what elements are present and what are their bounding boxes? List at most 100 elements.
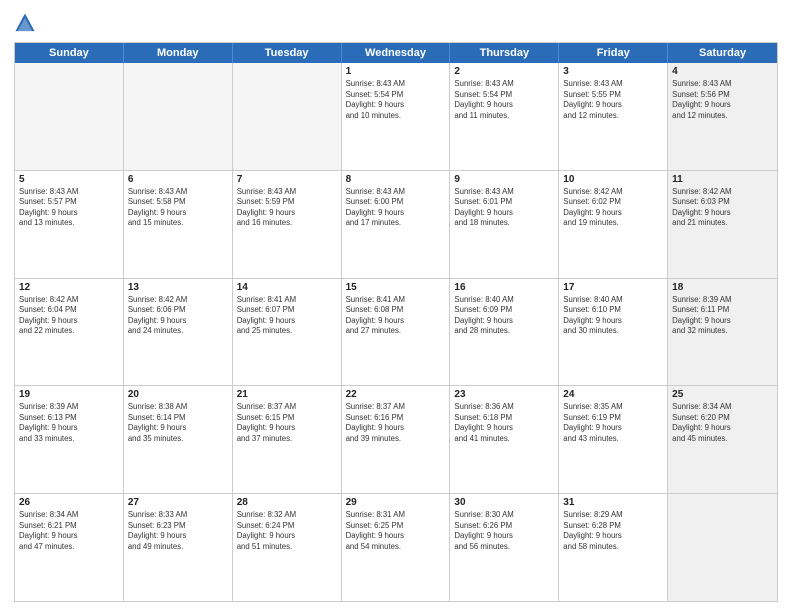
day-info: Sunrise: 8:38 AM Sunset: 6:14 PM Dayligh…: [128, 402, 228, 444]
day-number: 25: [672, 389, 773, 400]
day-info: Sunrise: 8:30 AM Sunset: 6:26 PM Dayligh…: [454, 510, 554, 552]
day-info: Sunrise: 8:43 AM Sunset: 6:00 PM Dayligh…: [346, 187, 446, 229]
day-info: Sunrise: 8:43 AM Sunset: 5:55 PM Dayligh…: [563, 79, 663, 121]
day-info: Sunrise: 8:40 AM Sunset: 6:09 PM Dayligh…: [454, 295, 554, 337]
calendar-cell: 5Sunrise: 8:43 AM Sunset: 5:57 PM Daylig…: [15, 171, 124, 278]
day-info: Sunrise: 8:34 AM Sunset: 6:20 PM Dayligh…: [672, 402, 773, 444]
calendar-cell: 30 Sunrise: 8:30 AM Sunset: 6:26 PM Dayli…: [450, 494, 559, 601]
calendar-cell: 27 Sunrise: 8:33 AM Sunset: 6:23 PM Dayli…: [124, 494, 233, 601]
day-number: 5: [19, 174, 119, 185]
weekday-header: Wednesday: [342, 43, 451, 63]
weekday-header: Saturday: [668, 43, 777, 63]
day-number: 24: [563, 389, 663, 400]
calendar-cell: 16 Sunrise: 8:40 AM Sunset: 6:09 PM Dayli…: [450, 279, 559, 386]
calendar-cell: 26Sunrise: 8:34 AM Sunset: 6:21 PM Dayli…: [15, 494, 124, 601]
calendar-row: 1 Sunrise: 8:43 AM Sunset: 5:54 PM Daylig…: [15, 63, 777, 170]
calendar-cell: 14 Sunrise: 8:41 AM Sunset: 6:07 PM Dayli…: [233, 279, 342, 386]
day-number: 7: [237, 174, 337, 185]
calendar-cell: 19 Sunrise: 8:39 AM Sunset: 6:13 PM Dayli…: [15, 386, 124, 493]
day-number: 31: [563, 497, 663, 508]
page: SundayMondayTuesdayWednesdayThursdayFrid…: [0, 0, 792, 612]
day-info: Sunrise: 8:43 AM Sunset: 5:59 PM Dayligh…: [237, 187, 337, 229]
day-info: Sunrise: 8:42 AM Sunset: 6:02 PM Dayligh…: [563, 187, 663, 229]
weekday-header: Sunday: [15, 43, 124, 63]
calendar-cell: [233, 63, 342, 170]
day-number: 20: [128, 389, 228, 400]
calendar-cell: [15, 63, 124, 170]
calendar-cell: 12 Sunrise: 8:42 AM Sunset: 6:04 PM Dayli…: [15, 279, 124, 386]
day-number: 14: [237, 282, 337, 293]
calendar-cell: 1Sunrise: 8:43 AM Sunset: 5:54 PM Daylig…: [342, 63, 451, 170]
day-info: Sunrise: 8:36 AM Sunset: 6:18 PM Dayligh…: [454, 402, 554, 444]
calendar-body: 1 Sunrise: 8:43 AM Sunset: 5:54 PM Daylig…: [15, 63, 777, 601]
day-number: 17: [563, 282, 663, 293]
calendar-cell: 25 Sunrise: 8:34 AM Sunset: 6:20 PM Dayli…: [668, 386, 777, 493]
calendar-row: 12 Sunrise: 8:42 AM Sunset: 6:04 PM Dayli…: [15, 278, 777, 386]
day-number: 13: [128, 282, 228, 293]
calendar-cell: 6Sunrise: 8:43 AM Sunset: 5:58 PM Daylig…: [124, 171, 233, 278]
calendar-cell: [668, 494, 777, 601]
weekday-header: Thursday: [450, 43, 559, 63]
day-info: Sunrise: 8:39 AM Sunset: 6:13 PM Dayligh…: [19, 402, 119, 444]
day-number: 8: [346, 174, 446, 185]
day-info: Sunrise: 8:33 AM Sunset: 6:23 PM Dayligh…: [128, 510, 228, 552]
day-number: 1: [346, 66, 446, 77]
calendar-cell: 22 Sunrise: 8:37 AM Sunset: 6:16 PM Dayli…: [342, 386, 451, 493]
day-info: Sunrise: 8:43 AM Sunset: 5:54 PM Dayligh…: [454, 79, 554, 121]
day-number: 29: [346, 497, 446, 508]
day-number: 15: [346, 282, 446, 293]
day-number: 11: [672, 174, 773, 185]
calendar-row: 26Sunrise: 8:34 AM Sunset: 6:21 PM Dayli…: [15, 493, 777, 601]
day-info: Sunrise: 8:42 AM Sunset: 6:04 PM Dayligh…: [19, 295, 119, 337]
calendar-row: 19 Sunrise: 8:39 AM Sunset: 6:13 PM Dayli…: [15, 385, 777, 493]
day-info: Sunrise: 8:31 AM Sunset: 6:25 PM Dayligh…: [346, 510, 446, 552]
day-number: 27: [128, 497, 228, 508]
calendar-cell: 31 Sunrise: 8:29 AM Sunset: 6:28 PM Dayli…: [559, 494, 668, 601]
weekday-header: Friday: [559, 43, 668, 63]
day-info: Sunrise: 8:43 AM Sunset: 5:56 PM Dayligh…: [672, 79, 773, 121]
header: [14, 12, 778, 34]
day-number: 12: [19, 282, 119, 293]
calendar-cell: 17 Sunrise: 8:40 AM Sunset: 6:10 PM Dayli…: [559, 279, 668, 386]
day-info: Sunrise: 8:41 AM Sunset: 6:08 PM Dayligh…: [346, 295, 446, 337]
weekday-header: Monday: [124, 43, 233, 63]
day-number: 19: [19, 389, 119, 400]
calendar-cell: 8 Sunrise: 8:43 AM Sunset: 6:00 PM Daylig…: [342, 171, 451, 278]
calendar-cell: 9 Sunrise: 8:43 AM Sunset: 6:01 PM Daylig…: [450, 171, 559, 278]
calendar-cell: 4 Sunrise: 8:43 AM Sunset: 5:56 PM Daylig…: [668, 63, 777, 170]
day-info: Sunrise: 8:40 AM Sunset: 6:10 PM Dayligh…: [563, 295, 663, 337]
day-number: 30: [454, 497, 554, 508]
calendar-cell: 28 Sunrise: 8:32 AM Sunset: 6:24 PM Dayli…: [233, 494, 342, 601]
day-number: 28: [237, 497, 337, 508]
calendar-cell: 3 Sunrise: 8:43 AM Sunset: 5:55 PM Daylig…: [559, 63, 668, 170]
calendar-row: 5Sunrise: 8:43 AM Sunset: 5:57 PM Daylig…: [15, 170, 777, 278]
day-number: 3: [563, 66, 663, 77]
day-info: Sunrise: 8:32 AM Sunset: 6:24 PM Dayligh…: [237, 510, 337, 552]
day-number: 16: [454, 282, 554, 293]
day-info: Sunrise: 8:34 AM Sunset: 6:21 PM Dayligh…: [19, 510, 119, 552]
calendar-cell: 2 Sunrise: 8:43 AM Sunset: 5:54 PM Daylig…: [450, 63, 559, 170]
calendar: SundayMondayTuesdayWednesdayThursdayFrid…: [14, 42, 778, 602]
day-number: 9: [454, 174, 554, 185]
day-number: 18: [672, 282, 773, 293]
day-info: Sunrise: 8:41 AM Sunset: 6:07 PM Dayligh…: [237, 295, 337, 337]
day-number: 10: [563, 174, 663, 185]
day-info: Sunrise: 8:35 AM Sunset: 6:19 PM Dayligh…: [563, 402, 663, 444]
day-info: Sunrise: 8:43 AM Sunset: 6:01 PM Dayligh…: [454, 187, 554, 229]
calendar-cell: 20 Sunrise: 8:38 AM Sunset: 6:14 PM Dayli…: [124, 386, 233, 493]
calendar-cell: 13 Sunrise: 8:42 AM Sunset: 6:06 PM Dayli…: [124, 279, 233, 386]
calendar-cell: 29 Sunrise: 8:31 AM Sunset: 6:25 PM Dayli…: [342, 494, 451, 601]
day-number: 4: [672, 66, 773, 77]
day-number: 2: [454, 66, 554, 77]
day-number: 21: [237, 389, 337, 400]
calendar-header: SundayMondayTuesdayWednesdayThursdayFrid…: [15, 43, 777, 63]
day-info: Sunrise: 8:42 AM Sunset: 6:06 PM Dayligh…: [128, 295, 228, 337]
calendar-cell: 18Sunrise: 8:39 AM Sunset: 6:11 PM Dayli…: [668, 279, 777, 386]
day-number: 22: [346, 389, 446, 400]
day-info: Sunrise: 8:42 AM Sunset: 6:03 PM Dayligh…: [672, 187, 773, 229]
day-info: Sunrise: 8:29 AM Sunset: 6:28 PM Dayligh…: [563, 510, 663, 552]
day-info: Sunrise: 8:37 AM Sunset: 6:16 PM Dayligh…: [346, 402, 446, 444]
calendar-cell: 10 Sunrise: 8:42 AM Sunset: 6:02 PM Dayli…: [559, 171, 668, 278]
day-number: 23: [454, 389, 554, 400]
calendar-cell: 21Sunrise: 8:37 AM Sunset: 6:15 PM Dayli…: [233, 386, 342, 493]
